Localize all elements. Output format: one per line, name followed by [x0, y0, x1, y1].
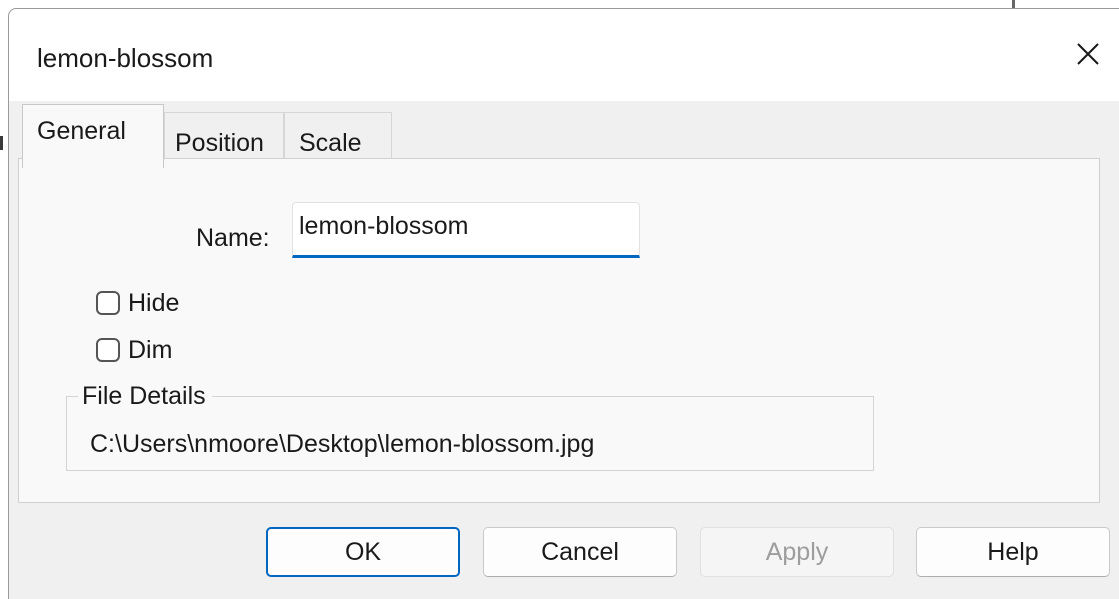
name-label: Name:: [196, 224, 270, 252]
dim-checkbox-row[interactable]: Dim: [96, 334, 172, 366]
tab-general[interactable]: General: [22, 104, 164, 168]
ok-button[interactable]: OK: [266, 527, 460, 577]
name-input[interactable]: [292, 202, 640, 258]
background-window-edge: [1012, 0, 1015, 8]
hide-checkbox-row[interactable]: Hide: [96, 287, 179, 319]
window-title: lemon-blossom: [37, 43, 214, 73]
close-icon: [1071, 37, 1105, 71]
background-window-edge: [0, 136, 3, 150]
file-path-text: C:\Users\nmoore\Desktop\lemon-blossom.jp…: [90, 430, 595, 458]
cancel-button[interactable]: Cancel: [483, 527, 677, 577]
hide-checkbox[interactable]: [96, 291, 120, 315]
apply-button[interactable]: Apply: [700, 527, 894, 577]
help-button[interactable]: Help: [916, 527, 1110, 577]
file-details-legend: File Details: [78, 382, 212, 411]
hide-label: Hide: [128, 288, 180, 317]
close-button[interactable]: [1071, 37, 1105, 71]
title-bar[interactable]: lemon-blossom: [9, 9, 1119, 101]
dim-label: Dim: [128, 335, 173, 364]
dim-checkbox[interactable]: [96, 338, 120, 362]
